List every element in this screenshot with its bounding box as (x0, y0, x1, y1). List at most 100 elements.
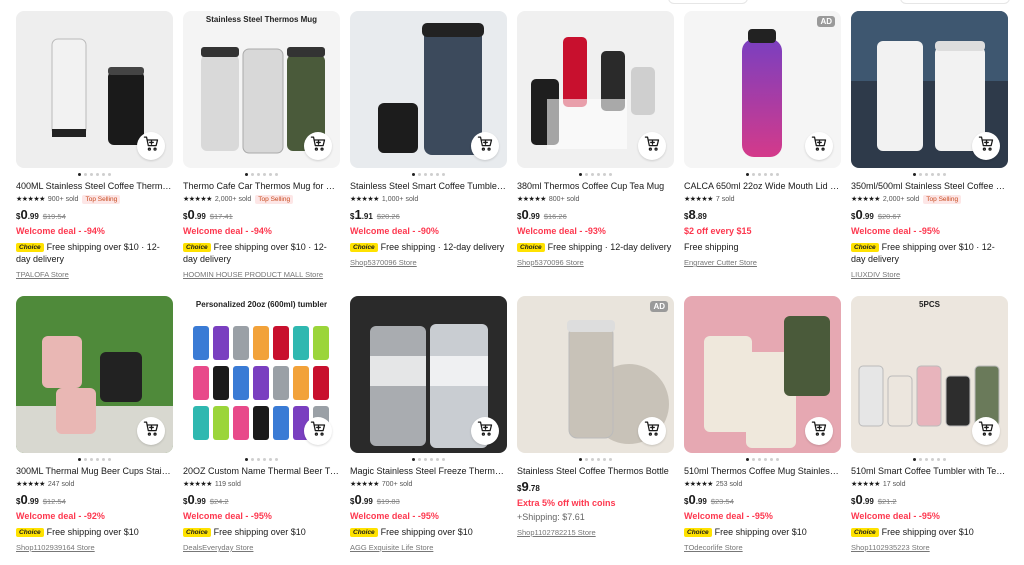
image-carousel-dots[interactable] (183, 455, 340, 464)
rating-row: ★★★★★ 2,000+ sold Top Selling (183, 193, 340, 205)
cart-icon (477, 135, 494, 157)
image-carousel-dots[interactable] (517, 170, 674, 179)
add-to-cart-button[interactable] (137, 132, 165, 160)
add-to-cart-button[interactable] (471, 417, 499, 445)
product-card[interactable]: Stainless Steel Smart Coffee Tumbler Mug… (350, 11, 507, 278)
product-card[interactable]: Magic Stainless Steel Freeze Thermos Cup… (350, 296, 507, 563)
product-title[interactable]: Magic Stainless Steel Freeze Thermos Cup (350, 465, 507, 477)
add-to-cart-button[interactable] (471, 132, 499, 160)
rating-stars: ★★★★★ (16, 481, 45, 488)
price: $ 0 .99 $23.54 (684, 492, 841, 509)
original-price: $17.41 (209, 212, 233, 221)
header-control[interactable] (668, 0, 748, 4)
product-card[interactable]: Stainless Steel Thermos Mug Thermo Cafe C… (183, 11, 340, 279)
product-image[interactable] (350, 296, 507, 453)
image-carousel-dots[interactable] (684, 170, 841, 179)
choice-badge: Choice (851, 528, 879, 537)
price-decimal: .89 (695, 212, 707, 221)
image-carousel-dots[interactable] (350, 170, 507, 179)
store-link[interactable]: Shop1102935223 Store (851, 543, 1008, 552)
product-title[interactable]: Stainless Steel Smart Coffee Tumbler Mug (350, 180, 507, 192)
rating-stars: ★★★★★ (851, 196, 880, 203)
store-link[interactable]: DealsEveryday Store (183, 543, 340, 552)
image-carousel-dots[interactable] (684, 455, 841, 464)
product-image[interactable] (16, 11, 173, 168)
product-image[interactable] (684, 296, 841, 453)
price-integer: 8 (688, 207, 696, 222)
add-to-cart-button[interactable] (972, 417, 1000, 445)
rating-row: ★★★★★ 1,000+ sold (350, 193, 507, 205)
product-title[interactable]: 510ml Thermos Coffee Mug Stainless Steel (684, 465, 841, 477)
price: $ 9 .78 (517, 479, 674, 496)
add-to-cart-button[interactable] (137, 417, 165, 445)
add-to-cart-button[interactable] (638, 132, 666, 160)
product-image[interactable]: Personalized 20oz (600ml) tumbler (183, 296, 340, 453)
product-image[interactable] (350, 11, 507, 168)
cart-icon (143, 420, 160, 442)
price: $ 0 .99 $20.67 (851, 207, 1008, 224)
shipping-cost: +Shipping: $7.61 (517, 512, 585, 522)
product-card[interactable]: Personalized 20oz (600ml) tumbler 20OZ Cu… (183, 296, 340, 563)
store-link[interactable]: LIUXDIV Store (851, 270, 1008, 279)
store-link[interactable]: Shop5370096 Store (517, 258, 674, 267)
store-link[interactable]: TPALOFA Store (16, 270, 173, 279)
store-link[interactable]: Shop1102939164 Store (16, 543, 173, 552)
product-title[interactable]: 300ML Thermal Mug Beer Cups Stainless (16, 465, 173, 477)
product-card[interactable]: 380ml Thermos Coffee Cup Tea Mug ★★★★★ 8… (517, 11, 674, 278)
product-card[interactable]: 5PCS 510ml Smart Coffee Tumbler with Temp… (851, 296, 1008, 563)
shipping-info: Choice Free shipping over $10 (350, 526, 507, 538)
price: $ 8 .89 (684, 207, 841, 224)
price-integer: 0 (354, 492, 362, 507)
add-to-cart-button[interactable] (304, 417, 332, 445)
add-to-cart-button[interactable] (972, 132, 1000, 160)
product-title[interactable]: Stainless Steel Coffee Thermos Bottle (517, 465, 674, 477)
image-carousel-dots[interactable] (183, 170, 340, 179)
product-image[interactable] (517, 11, 674, 168)
rating-stars: ★★★★★ (350, 481, 379, 488)
add-to-cart-button[interactable] (638, 417, 666, 445)
header-control[interactable] (900, 0, 1010, 4)
product-image[interactable]: 5PCS (851, 296, 1008, 453)
product-card[interactable]: 350ml/500ml Stainless Steel Coffee Mug ★… (851, 11, 1008, 279)
store-link[interactable]: TOdecorlife Store (684, 543, 841, 552)
deal-text: Welcome deal - -93% (517, 226, 606, 236)
store-link[interactable]: AGG Exquisite Life Store (350, 543, 507, 552)
product-card[interactable]: AD Stainless Steel Coffee Thermos Bottle … (517, 296, 674, 563)
product-title[interactable]: 350ml/500ml Stainless Steel Coffee Mug (851, 180, 1008, 192)
product-title[interactable]: Thermo Cafe Car Thermos Mug for Coffee (183, 180, 340, 192)
add-to-cart-button[interactable] (805, 417, 833, 445)
image-carousel-dots[interactable] (517, 455, 674, 464)
choice-badge: Choice (183, 243, 211, 252)
product-title[interactable]: CALCA 650ml 22oz Wide Mouth Lid Bottle (684, 180, 841, 192)
product-card[interactable]: 300ML Thermal Mug Beer Cups Stainless ★★… (16, 296, 173, 563)
product-image[interactable]: AD (517, 296, 674, 453)
product-image[interactable]: Stainless Steel Thermos Mug (183, 11, 340, 168)
product-card[interactable]: 510ml Thermos Coffee Mug Stainless Steel… (684, 296, 841, 563)
product-card[interactable]: AD CALCA 650ml 22oz Wide Mouth Lid Bottle… (684, 11, 841, 278)
product-title[interactable]: 510ml Smart Coffee Tumbler with Temperat… (851, 465, 1008, 477)
add-to-cart-button[interactable] (805, 132, 833, 160)
product-card[interactable]: 400ML Stainless Steel Coffee Thermos Mug… (16, 11, 173, 279)
store-link[interactable]: Engraver Cutter Store (684, 258, 841, 267)
original-price: $21.2 (877, 497, 897, 506)
product-title[interactable]: 20OZ Custom Name Thermal Beer Tumbler (183, 465, 340, 477)
price: $ 0 .99 $17.41 (183, 207, 340, 224)
store-link[interactable]: Shop1102782215 Store (517, 528, 674, 537)
deal-text: Welcome deal - -90% (350, 226, 439, 236)
product-image[interactable] (851, 11, 1008, 168)
price-integer: 0 (20, 207, 28, 222)
image-carousel-dots[interactable] (16, 455, 173, 464)
sold-count: 2,000+ sold (214, 195, 252, 203)
store-link[interactable]: Shop5370096 Store (350, 258, 507, 267)
add-to-cart-button[interactable] (304, 132, 332, 160)
product-title[interactable]: 400ML Stainless Steel Coffee Thermos Mug (16, 180, 173, 192)
cart-icon (477, 420, 494, 442)
product-image[interactable] (16, 296, 173, 453)
store-link[interactable]: HOOMIN HOUSE PRODUCT MALL Store (183, 270, 340, 279)
product-title[interactable]: 380ml Thermos Coffee Cup Tea Mug (517, 180, 674, 192)
image-carousel-dots[interactable] (16, 170, 173, 179)
product-image[interactable]: AD (684, 11, 841, 168)
image-carousel-dots[interactable] (851, 455, 1008, 464)
image-carousel-dots[interactable] (350, 455, 507, 464)
image-carousel-dots[interactable] (851, 170, 1008, 179)
